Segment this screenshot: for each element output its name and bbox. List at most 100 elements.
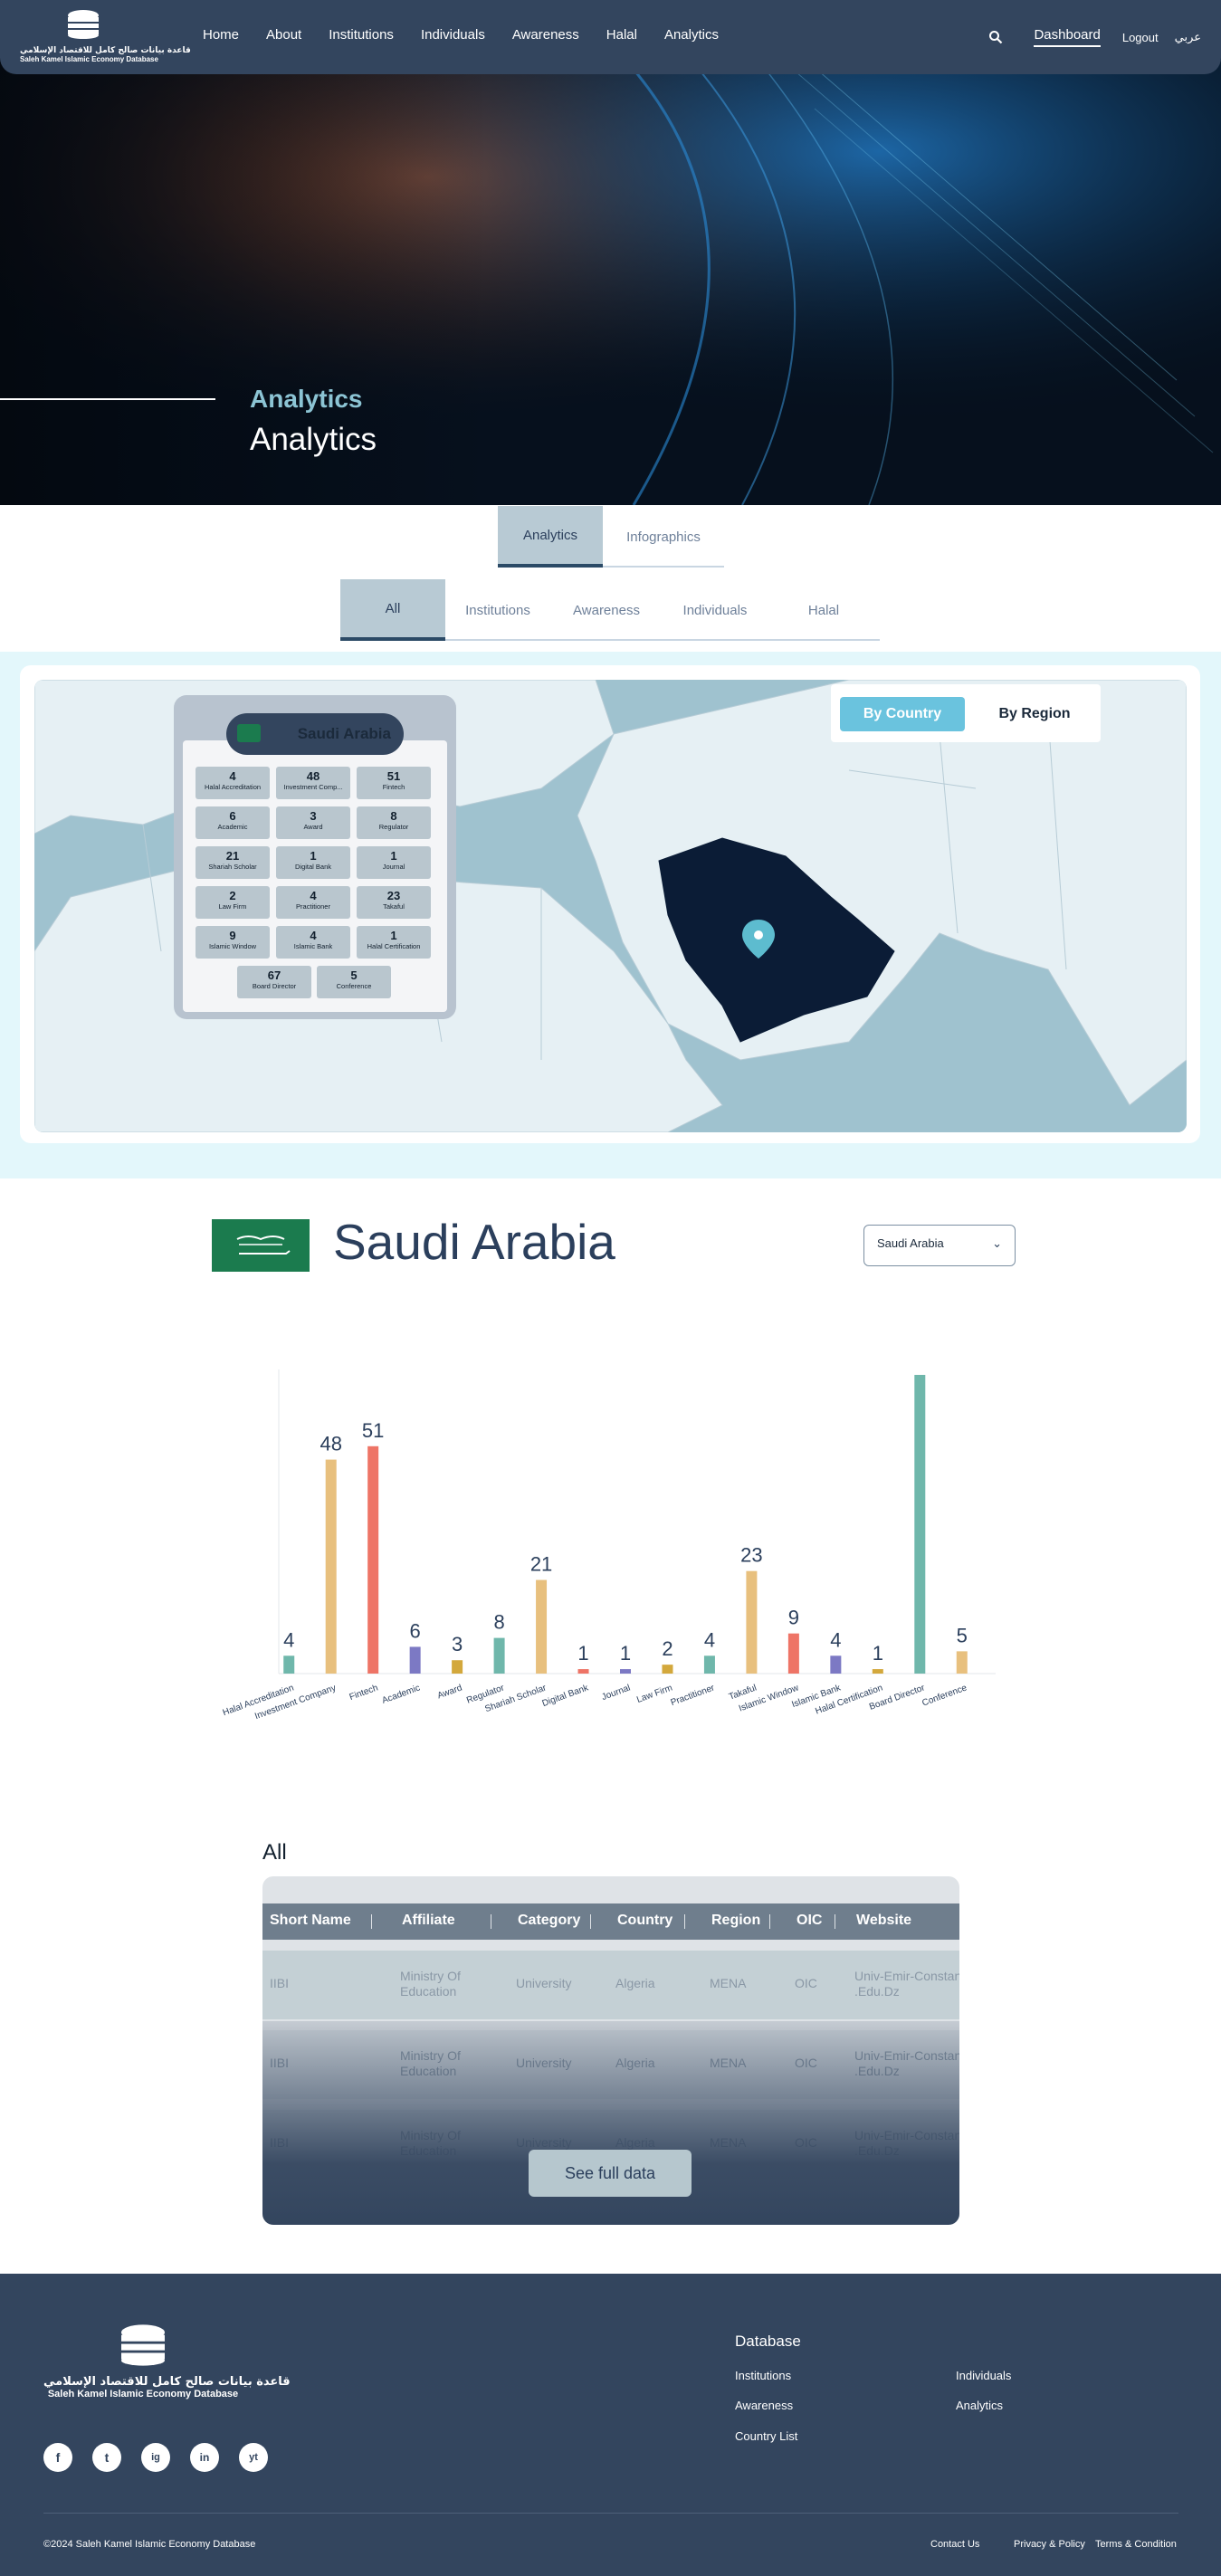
footer-link-country-list[interactable]: Country List (735, 2429, 797, 2443)
nav-institutions[interactable]: Institutions (329, 27, 394, 43)
by-country-button[interactable]: By Country (840, 697, 965, 731)
bar-value-label: 9 (788, 1607, 799, 1629)
privacy-policy-link[interactable]: Privacy & Policy (1014, 2539, 1085, 2550)
logo-arabic-text: قاعدة بيانات صالح كامل للاقتصاد الإسلامي (20, 46, 191, 55)
footer-logo[interactable]: قاعدة بيانات صالح كامل للاقتصاد الإسلامي… (43, 2323, 291, 2399)
saudi-flag-image (212, 1219, 310, 1272)
chart-bar[interactable] (283, 1655, 295, 1674)
table-row[interactable]: IIBI Ministry Of Education University Alger… (262, 1951, 959, 2019)
column-header[interactable]: Country (617, 1913, 673, 1929)
popup-stat-label: Fintech (382, 783, 405, 791)
chart-bar[interactable] (746, 1570, 758, 1674)
tab-awareness[interactable]: Awareness (554, 579, 659, 641)
instagram-icon[interactable]: ig (141, 2443, 170, 2472)
country-select[interactable]: Saudi Arabia ⌄ (863, 1225, 1016, 1266)
logout-link[interactable]: Logout (1122, 31, 1159, 44)
country-select-value: Saudi Arabia (877, 1236, 944, 1250)
footer-link-awareness[interactable]: Awareness (735, 2399, 793, 2412)
bar-value-label: 4 (704, 1628, 715, 1651)
popup-stat: 51 Fintech (357, 767, 431, 799)
nav-awareness[interactable]: Awareness (512, 27, 579, 43)
facebook-icon[interactable]: f (43, 2443, 72, 2472)
nav-halal[interactable]: Halal (606, 27, 637, 43)
popup-stat-value: 6 (229, 809, 236, 823)
popup-stat: 23 Takaful (357, 886, 431, 919)
contact-us-link[interactable]: Contact Us (930, 2539, 979, 2550)
chart-bar[interactable] (367, 1445, 379, 1674)
flag-emblem (212, 1219, 310, 1272)
column-header[interactable]: Website (856, 1913, 911, 1929)
tab-halal[interactable]: Halal (771, 579, 876, 641)
dashboard-link[interactable]: Dashboard (1034, 27, 1101, 47)
bar-value-label: 3 (452, 1633, 463, 1655)
hero-divider (0, 398, 215, 400)
chart-bar[interactable] (703, 1655, 715, 1674)
bar-value-label: 6 (410, 1619, 421, 1642)
footer-heading: Database (735, 2333, 801, 2350)
column-header[interactable]: Region (711, 1913, 760, 1929)
hero-banner (0, 0, 1221, 505)
popup-stat-value: 67 (267, 968, 281, 982)
x-tick-label: Fintech (348, 1683, 380, 1703)
site-logo[interactable]: قاعدة بيانات صالح كامل للاقتصاد الإسلامي… (20, 9, 191, 65)
popup-stat-label: Investment Comp... (283, 783, 343, 791)
nav-analytics[interactable]: Analytics (664, 27, 719, 43)
popup-stat-label: Law Firm (218, 902, 247, 911)
chart-bar[interactable] (452, 1660, 463, 1674)
chart-bar[interactable] (409, 1646, 421, 1674)
popup-stat-label: Practitioner (296, 902, 330, 911)
table-cell: Ministry Of Education (400, 1969, 461, 1999)
terms-link[interactable]: Terms & Condition (1095, 2539, 1177, 2550)
popup-stat-label: Regulator (378, 823, 409, 831)
footer-link-institutions[interactable]: Institutions (735, 2369, 791, 2382)
nav-about[interactable]: About (266, 27, 301, 43)
nav-individuals[interactable]: Individuals (421, 27, 485, 43)
bar-value-label: 23 (740, 1544, 762, 1567)
tab-infographics[interactable]: Infographics (603, 506, 724, 568)
column-header[interactable]: Affiliate (402, 1913, 455, 1929)
footer-link-individuals[interactable]: Individuals (956, 2369, 1011, 2382)
popup-stat-value: 8 (390, 809, 397, 823)
table-cell: University (516, 1976, 572, 1990)
see-full-data-button[interactable]: See full data (529, 2150, 692, 2197)
nav-home[interactable]: Home (203, 27, 239, 43)
column-header[interactable]: Category (518, 1913, 580, 1929)
linkedin-icon[interactable]: in (190, 2443, 219, 2472)
popup-stat: 3 Award (276, 806, 350, 839)
tab-all[interactable]: All (340, 579, 445, 641)
search-icon[interactable] (988, 30, 1003, 44)
popup-stat: 1 Halal Certification (357, 926, 431, 959)
tab-institutions[interactable]: Institutions (445, 579, 550, 641)
popup-stat: 6 Academic (196, 806, 270, 839)
popup-stat-value: 9 (229, 929, 236, 942)
language-switch[interactable]: عربي (1175, 31, 1201, 44)
logo-english-text: Saleh Kamel Islamic Economy Database (20, 55, 158, 63)
bar-value-label: 4 (830, 1628, 841, 1651)
chart-bar[interactable] (914, 1375, 926, 1674)
chart-bar[interactable] (830, 1655, 842, 1674)
table-cell: Univ-Emir-Constan .Edu.Dz (854, 1969, 959, 1999)
popup-stat-value: 1 (390, 849, 397, 863)
tab-analytics[interactable]: Analytics (498, 506, 603, 568)
footer-link-analytics[interactable]: Analytics (956, 2399, 1003, 2412)
tab-individuals[interactable]: Individuals (663, 579, 768, 641)
popup-stat: 2 Law Firm (196, 886, 270, 919)
column-header[interactable]: OIC (797, 1913, 822, 1929)
chart-bar[interactable] (493, 1637, 505, 1674)
chart-bar[interactable] (872, 1669, 883, 1674)
by-region-button[interactable]: By Region (976, 697, 1093, 731)
twitter-icon[interactable]: t (92, 2443, 121, 2472)
popup-stat-value: 3 (310, 809, 317, 823)
chart-bar[interactable] (325, 1459, 337, 1674)
table-cell: MENA (710, 1976, 747, 1990)
chart-bar[interactable] (956, 1651, 968, 1674)
bar-value-label: 8 (493, 1611, 504, 1634)
chart-bar[interactable] (787, 1633, 799, 1674)
x-tick-label: Digital Bank (541, 1683, 591, 1709)
chart-bar[interactable] (662, 1665, 673, 1674)
column-header[interactable]: Short Name (270, 1913, 351, 1929)
youtube-icon[interactable]: yt (239, 2443, 268, 2472)
chart-bar[interactable] (577, 1669, 589, 1674)
chart-bar[interactable] (536, 1579, 548, 1674)
chart-bar[interactable] (620, 1669, 631, 1674)
